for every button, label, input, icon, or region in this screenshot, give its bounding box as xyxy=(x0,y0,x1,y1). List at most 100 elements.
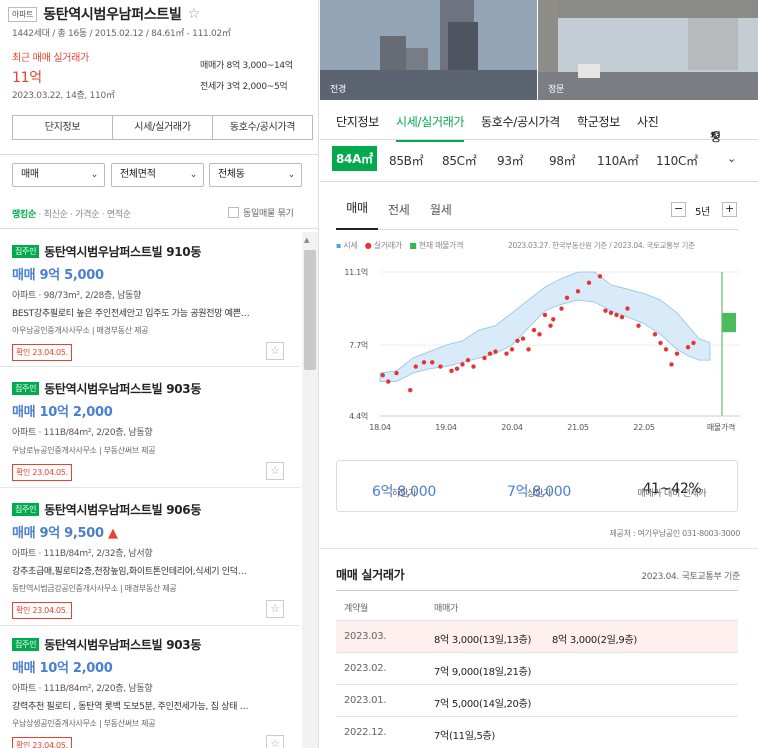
complex-info-button[interactable]: 단지정보 xyxy=(12,115,113,140)
listing-agent: 우남로뉴공인중개사사무소 | 부동산써브 제공 xyxy=(12,446,156,455)
listing-price: 매매 10억 2,000 xyxy=(12,661,113,676)
sort-price[interactable]: 가격순 xyxy=(75,210,99,220)
jeonse-range: 3억 2,000~5억 xyxy=(226,82,288,92)
divider xyxy=(0,154,318,155)
divider xyxy=(0,228,318,229)
star-icon[interactable]: ☆ xyxy=(188,6,201,22)
trade-filter[interactable]: 매매 ⌄ xyxy=(12,163,105,187)
deal-point xyxy=(380,372,385,378)
subtab-sale[interactable]: 매매 xyxy=(336,190,378,230)
building-filter[interactable]: 전체동 ⌄ xyxy=(209,163,302,187)
recent-label: 최근 매매 실거래가 xyxy=(12,53,89,64)
deals-header: 계약월 매매가 xyxy=(336,591,738,621)
tab-units[interactable]: 동호수/공시가격 xyxy=(481,113,560,130)
favorite-star-icon[interactable]: ☆ xyxy=(266,600,284,618)
area-filter-label: 전체면적 xyxy=(120,169,156,180)
area-filter[interactable]: 전체면적 ⌄ xyxy=(111,163,204,187)
zoom-out-button[interactable]: − xyxy=(671,202,686,217)
table-row[interactable]: 2023.02. 7억 9,000(18일,21층) xyxy=(336,653,738,685)
property-type-tag: 아파트 xyxy=(8,6,38,22)
area-110c[interactable]: 110C㎡ xyxy=(656,152,698,169)
deal-point xyxy=(482,355,487,361)
photo-gate[interactable]: 정문 xyxy=(538,0,758,100)
deal-point xyxy=(551,317,556,322)
listing-card[interactable]: 집주인 동탄역시범우남퍼스트빌 910동 매매 9억 5,000 아파트 · 98… xyxy=(12,243,290,361)
photo-exterior[interactable]: 전경 xyxy=(320,0,537,100)
subtab-monthly[interactable]: 월세 xyxy=(430,201,452,218)
sort-ranking[interactable]: 랭킹순 xyxy=(12,210,36,220)
deal-month: 2023.01. xyxy=(344,695,387,706)
trade-subtabs: 매매 전세 월세 − 5년 + xyxy=(336,190,738,230)
x-tick-label: 22.05 xyxy=(633,423,655,432)
scrollbar[interactable]: ▲ xyxy=(302,232,318,748)
deal-point xyxy=(471,364,476,369)
unit-price-button[interactable]: 동호수/공시가격 xyxy=(213,115,313,140)
favorite-star-icon[interactable]: ☆ xyxy=(266,462,284,480)
area-85b[interactable]: 85B㎡ xyxy=(389,152,424,169)
sale-range: 8억 3,000~14억 xyxy=(226,61,294,71)
photo1-label: 전경 xyxy=(330,85,346,95)
x-tick-label: 매물가격 xyxy=(707,422,735,432)
deal-point xyxy=(493,349,498,354)
listing-name: 동탄역시범우남퍼스트빌 906동 xyxy=(44,503,202,517)
owner-badge: 집주인 xyxy=(12,503,40,516)
scrollbar-thumb[interactable] xyxy=(304,250,316,370)
subtab-jeonse[interactable]: 전세 xyxy=(388,201,410,218)
divider xyxy=(320,548,758,549)
deal-point xyxy=(408,388,413,393)
listing-card[interactable]: 집주인 동탄역시범우남퍼스트빌 903동 매매 10억 2,000 아파트 · 1… xyxy=(12,636,290,748)
deal-point xyxy=(614,312,619,318)
legend-deals: 실거래가 xyxy=(373,241,403,250)
tab-complex-info[interactable]: 단지정보 xyxy=(336,113,379,130)
deal-point xyxy=(449,368,454,374)
chevron-down-icon[interactable]: ⌄ xyxy=(727,152,736,165)
chevron-down-icon: ⌄ xyxy=(90,170,99,180)
deal-point xyxy=(586,280,592,285)
tab-price[interactable]: 시세/실거래가 xyxy=(396,113,464,142)
chevron-down-icon: ⌄ xyxy=(189,170,198,180)
listing-card[interactable]: 집주인 동탄역시범우남퍼스트빌 906동 매매 9억 9,500 ▲ 아파트 · … xyxy=(12,501,290,619)
table-row[interactable]: 2022.12. 7억(11일,5층) xyxy=(336,717,738,748)
tab-school[interactable]: 학군정보 xyxy=(577,113,620,130)
listing-spec: 아파트 · 111B/84m², 2/20층, 남동향 xyxy=(12,428,153,438)
zoom-in-button[interactable]: + xyxy=(722,202,737,217)
chart-legend: ▪ 시세 ● 실거래가 ■ 현재 매물가격 xyxy=(336,240,464,251)
sort-latest[interactable]: 최신순 xyxy=(44,210,68,220)
favorite-star-icon[interactable]: ☆ xyxy=(266,342,284,360)
y-tick-label: 4.4억 xyxy=(349,411,368,421)
table-row[interactable]: 2023.03. 8억 3,000(13일,13층) 8억 3,000(2일,9층) xyxy=(336,621,738,653)
owner-badge: 집주인 xyxy=(12,382,40,395)
sort-area[interactable]: 면적순 xyxy=(107,210,131,220)
period-label: 5년 xyxy=(695,207,710,218)
area-85c[interactable]: 85C㎡ xyxy=(442,152,477,169)
scroll-up-icon[interactable]: ▲ xyxy=(304,236,309,244)
deal-point xyxy=(421,360,427,365)
price-button[interactable]: 시세/실거래가 xyxy=(113,115,213,140)
deal-price-2: 8억 3,000(2일,9층) xyxy=(552,635,637,646)
listing-spec: 아파트 · 111B/84m², 2/32층, 남서향 xyxy=(12,549,153,559)
tab-photos[interactable]: 사진 xyxy=(637,113,659,130)
checkbox[interactable] xyxy=(228,207,239,218)
complex-summary: 1442세대 / 총 16동 / 2015.02.12 / 84.61㎡ - 1… xyxy=(12,29,231,39)
price-chart[interactable]: 18.04 19.04 20.04 21.05 22.05 매물가격 11.1억 7.7억 4.… xyxy=(330,258,750,438)
deal-point xyxy=(597,274,603,279)
listing-spec: 아파트 · 98/73m², 2/28층, 남동향 xyxy=(12,291,142,301)
area-84a[interactable]: 84A㎡ xyxy=(332,146,377,171)
deal-point xyxy=(564,295,570,300)
table-row[interactable]: 2023.01. 7억 5,000(14일,20층) xyxy=(336,685,738,717)
info-buttons: 단지정보 시세/실거래가 동호수/공시가격 xyxy=(12,115,313,140)
area-110a[interactable]: 110A㎡ xyxy=(597,152,639,169)
photo2-label: 정문 xyxy=(548,85,564,95)
stat-low-label: 하한가 xyxy=(392,489,416,499)
listing-desc: BEST강추필로티 높은 주인전세안고 입주도 가능 공원전망 예쁜… xyxy=(12,309,250,319)
recent-date: 2023.03.22, 14층, 110㎡ xyxy=(12,91,115,101)
bundle-toggle[interactable]: 동일매물 묶기 xyxy=(228,206,294,219)
bundle-label: 동일매물 묶기 xyxy=(243,209,294,219)
area-98[interactable]: 98㎡ xyxy=(549,152,576,169)
confirm-date: 확인 23.04.05. xyxy=(12,602,72,619)
area-93[interactable]: 93㎡ xyxy=(497,152,524,169)
listing-card[interactable]: 집주인 동탄역시범우남퍼스트빌 903동 매매 10억 2,000 아파트 · 1… xyxy=(12,380,290,481)
deal-point xyxy=(531,327,537,333)
favorite-star-icon[interactable]: ☆ xyxy=(266,735,284,748)
deal-point xyxy=(608,310,614,316)
